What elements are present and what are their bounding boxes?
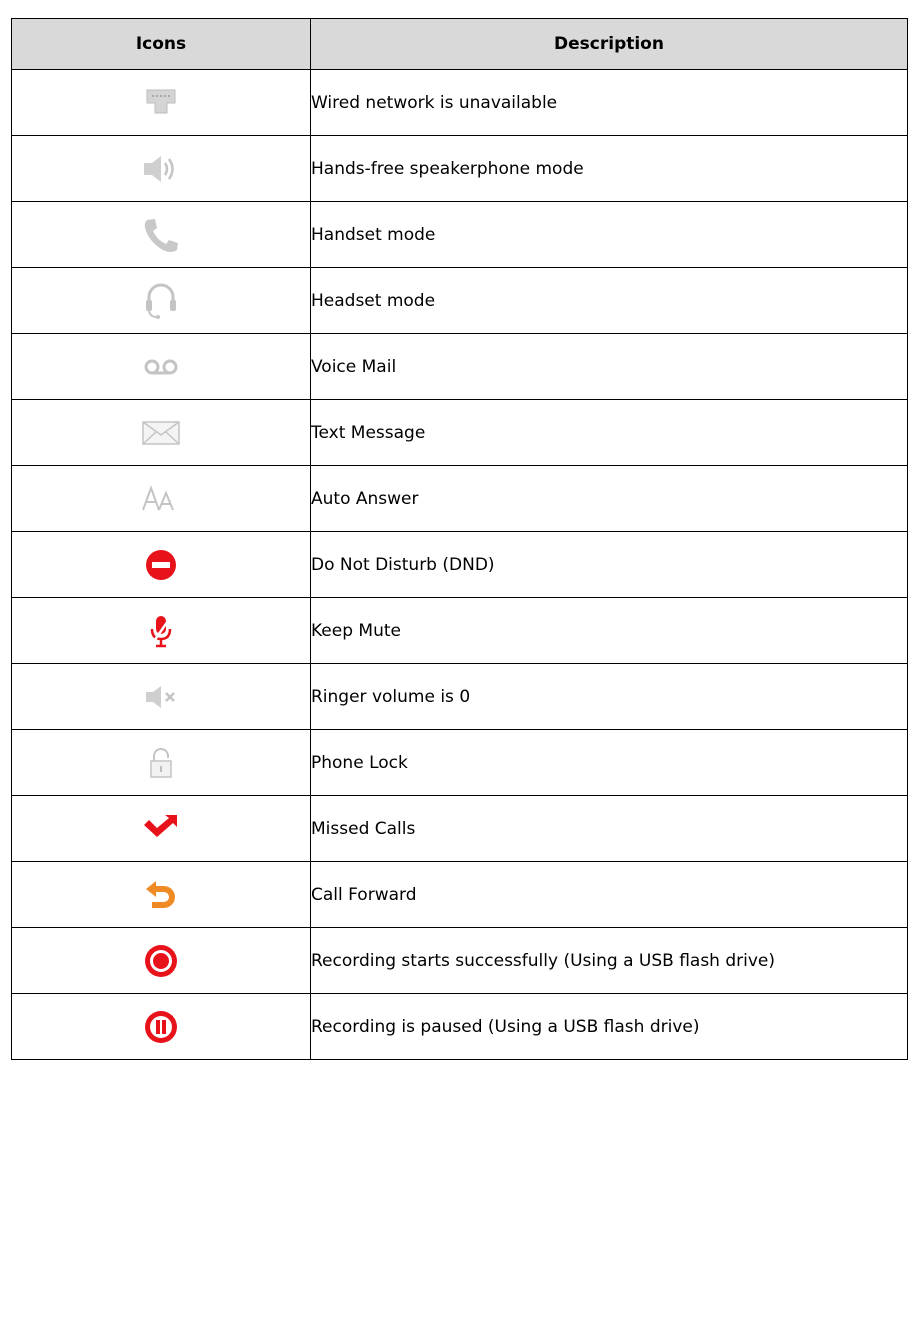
table-row: Recording starts successfully (Using a U… [11, 927, 908, 994]
table-row: Headset mode [11, 267, 908, 334]
table-row: Ringer volume is 0 [11, 663, 908, 730]
icon-description-table: Icons Description Wired network is unava… [11, 18, 908, 1060]
row-description: Recording is paused (Using a USB flash d… [310, 993, 908, 1060]
table-header-row: Icons Description [11, 18, 908, 70]
table-row: Auto Answer [11, 465, 908, 532]
phone-lock-icon [150, 747, 172, 778]
row-description: Ringer volume is 0 [310, 663, 908, 730]
row-description: Auto Answer [310, 465, 908, 532]
recording-paused-icon [145, 1010, 177, 1043]
wired-network-unavailable-icon [146, 89, 176, 113]
table-row: Phone Lock [11, 729, 908, 796]
auto-answer-icon [142, 484, 174, 510]
table-row: Text Message [11, 399, 908, 466]
table-row: Do Not Disturb (DND) [11, 531, 908, 598]
call-forward-icon [146, 880, 175, 908]
missed-call-icon [144, 814, 177, 837]
table-row: Keep Mute [11, 597, 908, 664]
row-description: Text Message [310, 399, 908, 466]
ringer-muted-icon [146, 685, 175, 708]
speakerphone-icon [144, 155, 174, 182]
row-description: Hands-free speakerphone mode [310, 135, 908, 202]
headset-icon [146, 283, 176, 319]
table-row: Handset mode [11, 201, 908, 268]
table-row: Hands-free speakerphone mode [11, 135, 908, 202]
row-description: Recording starts successfully (Using a U… [310, 927, 908, 994]
row-description: Do Not Disturb (DND) [310, 531, 908, 598]
row-description: Voice Mail [310, 333, 908, 400]
row-description: Call Forward [310, 861, 908, 928]
handset-icon [144, 218, 178, 252]
row-description: Wired network is unavailable [310, 69, 908, 136]
row-description: Missed Calls [310, 795, 908, 862]
row-description: Keep Mute [310, 597, 908, 664]
row-description: Headset mode [310, 267, 908, 334]
row-description: Handset mode [310, 201, 908, 268]
voicemail-icon [144, 359, 178, 374]
table-row: Voice Mail [11, 333, 908, 400]
row-description: Phone Lock [310, 729, 908, 796]
do-not-disturb-icon [146, 549, 176, 580]
table-row: Recording is paused (Using a USB flash d… [11, 993, 908, 1060]
table-row: Wired network is unavailable [11, 69, 908, 136]
mute-microphone-icon [150, 615, 172, 647]
recording-icon [145, 944, 177, 977]
envelope-icon [142, 420, 180, 445]
table-row: Call Forward [11, 861, 908, 928]
description-column-header: Description [310, 18, 908, 70]
icons-column-header: Icons [11, 18, 311, 70]
table-row: Missed Calls [11, 795, 908, 862]
